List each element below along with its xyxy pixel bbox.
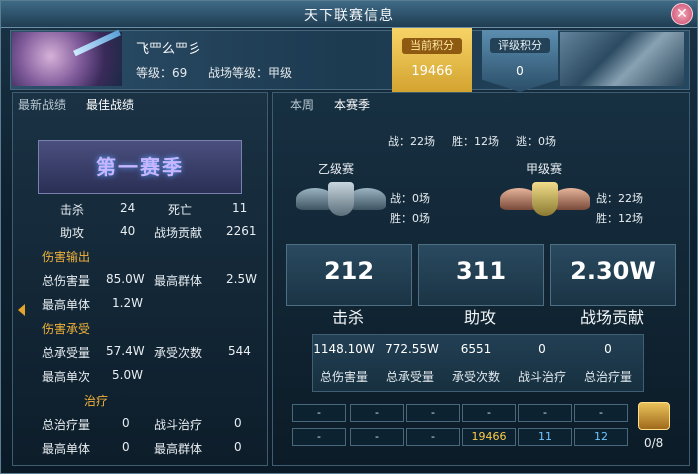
grid-cell: - xyxy=(292,428,346,446)
big-stat-label: 助攻 xyxy=(463,308,496,327)
max-taken-value: 5.0W xyxy=(112,368,143,382)
treasure-chest-icon[interactable] xyxy=(638,402,670,430)
collapse-arrow-icon[interactable] xyxy=(18,304,25,316)
grid-cell: - xyxy=(462,404,516,422)
tab-this-week[interactable]: 本周 xyxy=(290,96,314,113)
assists-label: 助攻 xyxy=(60,226,85,240)
title-bar: 天下联赛信息 ✕ xyxy=(1,1,697,28)
max-taken-label: 最高单次 xyxy=(42,370,91,384)
damage-section-title: 伤害输出 xyxy=(42,250,91,264)
detail-stat-value: 0 xyxy=(538,342,546,356)
detail-stat-value: 772.55W xyxy=(385,342,439,356)
rating-score-label: 评级积分 xyxy=(490,38,550,53)
player-avatar xyxy=(12,29,122,86)
deaths-label: 死亡 xyxy=(168,203,193,217)
season-title: 第一赛季 xyxy=(96,155,184,179)
max-aoe-value: 2.5W xyxy=(226,272,257,286)
league-a-name: 甲级赛 xyxy=(526,162,563,176)
window-title: 天下联赛信息 xyxy=(304,8,394,24)
big-stat-label: 击杀 xyxy=(331,308,364,327)
summary-escapes: 逃：0场 xyxy=(516,135,556,148)
current-score-label: 当前积分 xyxy=(402,38,462,54)
grid-cell-value: 11 xyxy=(518,428,572,446)
kills-label: 击杀 xyxy=(60,203,85,217)
contrib-value: 2261 xyxy=(226,224,257,238)
detail-stat-label: 承受次数 xyxy=(451,370,500,384)
contrib-label: 战场贡献 xyxy=(154,226,203,240)
league-b-emblem-icon xyxy=(296,182,386,232)
close-icon[interactable]: ✕ xyxy=(671,3,693,25)
battle-level: 战场等级：甲级 xyxy=(208,66,293,80)
battle-heal-label: 战斗治疗 xyxy=(154,418,203,432)
league-a-wins: 胜：12场 xyxy=(596,212,643,225)
big-stat-box: 212 xyxy=(286,244,412,306)
max-single-label: 最高单体 xyxy=(42,298,91,312)
tab-best-record[interactable]: 最佳战绩 xyxy=(86,96,134,113)
assists-value: 40 xyxy=(120,224,136,238)
max-single-value: 1.2W xyxy=(112,296,143,310)
total-taken-label: 总承受量 xyxy=(42,346,91,360)
big-stat-box: 311 xyxy=(418,244,544,306)
heal-section-title: 治疗 xyxy=(84,394,109,408)
grid-cell: - xyxy=(518,404,572,422)
taken-section-title: 伤害承受 xyxy=(42,322,91,336)
grid-cell-value: 12 xyxy=(574,428,628,446)
heal-aoe-label: 最高群体 xyxy=(154,442,203,456)
big-stat-value: 311 xyxy=(455,257,507,285)
rating-score-value: 0 xyxy=(516,64,524,78)
total-heal-label: 总治疗量 xyxy=(42,418,91,432)
grid-cell: - xyxy=(406,428,460,446)
detail-stat-value: 6551 xyxy=(460,342,492,356)
total-damage-value: 85.0W xyxy=(106,272,145,286)
current-score-value: 19466 xyxy=(411,64,453,79)
kills-value: 24 xyxy=(120,201,136,215)
detail-stat-value: 1148.10W xyxy=(313,342,375,356)
league-b-name: 乙级赛 xyxy=(318,162,355,176)
detail-stat-label: 总治疗量 xyxy=(583,370,632,384)
max-aoe-label: 最高群体 xyxy=(154,274,203,288)
header-decoration xyxy=(560,32,684,86)
shield xyxy=(532,182,558,216)
grid-cell-score: 19466 xyxy=(462,428,516,446)
season-banner: 第一赛季 xyxy=(38,140,242,194)
taken-count-value: 544 xyxy=(228,344,251,358)
total-heal-value: 0 xyxy=(122,416,130,430)
big-stat-value: 2.30W xyxy=(570,257,656,285)
taken-count-label: 承受次数 xyxy=(154,346,203,360)
grid-cell: - xyxy=(406,404,460,422)
big-stat-value: 212 xyxy=(323,257,375,285)
league-b-wins: 胜：0场 xyxy=(390,212,430,225)
tab-this-season[interactable]: 本赛季 xyxy=(334,96,370,113)
heal-single-value: 0 xyxy=(122,440,130,454)
big-stat-label: 战场贡献 xyxy=(579,308,644,327)
grid-cell: - xyxy=(292,404,346,422)
grid-cell: - xyxy=(350,428,404,446)
detail-stat-label: 总伤害量 xyxy=(319,370,368,384)
deaths-value: 11 xyxy=(232,201,248,215)
shield xyxy=(328,182,354,216)
summary-wins: 胜：12场 xyxy=(452,135,499,148)
heal-aoe-value: 0 xyxy=(234,440,242,454)
blade-decoration xyxy=(73,29,121,57)
heal-single-label: 最高单体 xyxy=(42,442,91,456)
league-a-battles: 战：22场 xyxy=(596,192,643,205)
battle-heal-value: 0 xyxy=(234,416,242,430)
detail-stat-value: 0 xyxy=(604,342,612,356)
detail-stat-label: 总承受量 xyxy=(385,370,434,384)
chest-count: 0/8 xyxy=(644,436,664,450)
player-level: 等级：69 xyxy=(136,66,188,80)
tab-latest-record[interactable]: 最新战绩 xyxy=(18,96,66,113)
rating-score-badge: 评级积分 0 xyxy=(482,30,558,92)
big-stat-box: 2.30W xyxy=(550,244,676,306)
summary-battles: 战：22场 xyxy=(388,135,435,148)
grid-cell: - xyxy=(574,404,628,422)
player-name: 飞罒么罒彡 xyxy=(136,42,202,57)
league-a-emblem-icon xyxy=(500,182,590,232)
detail-stat-label: 战斗治疗 xyxy=(517,370,566,384)
total-taken-value: 57.4W xyxy=(106,344,145,358)
total-damage-label: 总伤害量 xyxy=(42,274,91,288)
grid-cell: - xyxy=(350,404,404,422)
league-b-battles: 战：0场 xyxy=(390,192,430,205)
